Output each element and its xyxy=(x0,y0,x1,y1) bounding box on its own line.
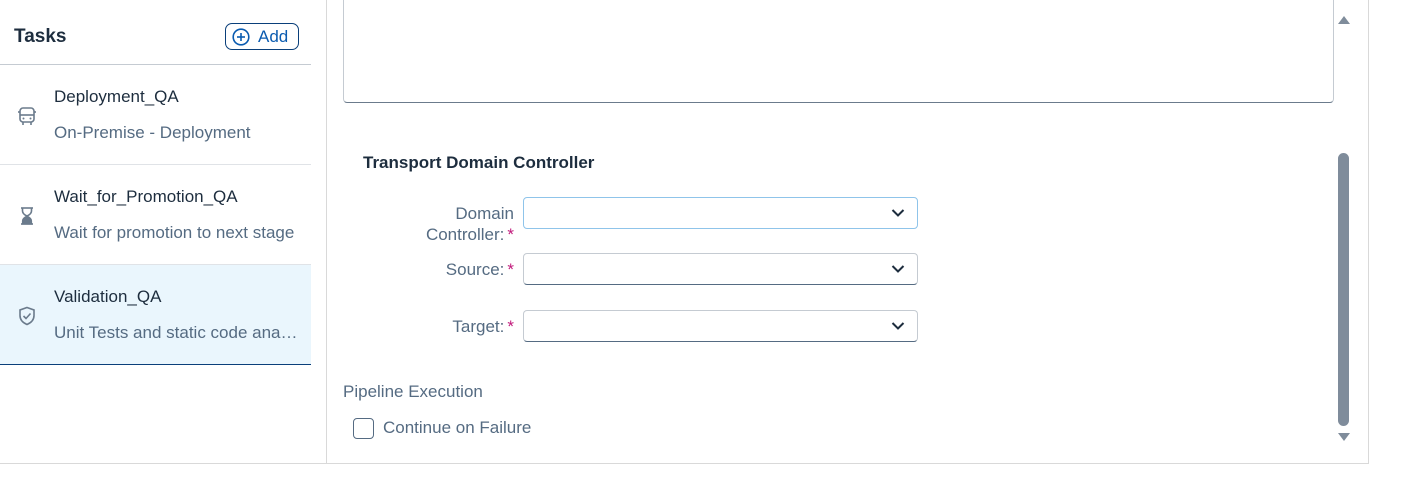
tasks-header: Tasks Add xyxy=(0,0,311,65)
task-name: Deployment_QA xyxy=(54,87,179,106)
hourglass-icon xyxy=(21,207,33,225)
target-label: Target: * xyxy=(415,316,514,337)
task-description: On-Premise - Deployment xyxy=(54,123,251,142)
required-marker: * xyxy=(507,317,514,336)
pipeline-execution-label: Pipeline Execution xyxy=(343,382,483,401)
add-task-button[interactable]: Add xyxy=(225,23,299,50)
required-marker: * xyxy=(507,225,514,244)
vertical-scrollbar-thumb[interactable] xyxy=(1338,153,1349,426)
chevron-down-icon xyxy=(891,265,905,273)
task-description: Unit Tests and static code analysis xyxy=(54,323,299,342)
task-item-deployment-qa[interactable]: Deployment_QA On-Premise - Deployment xyxy=(0,65,311,165)
label-text: Source: xyxy=(445,260,505,279)
domain-controller-select[interactable] xyxy=(523,197,918,229)
label-line: Domain xyxy=(455,204,514,223)
section-title: Transport Domain Controller xyxy=(363,153,595,172)
source-label: Source: * xyxy=(415,259,514,280)
chevron-down-icon xyxy=(891,209,905,217)
tasks-title: Tasks xyxy=(14,26,67,47)
tasks-sidebar: Tasks Add Deployment_QA On-Premise - Dep… xyxy=(0,0,327,464)
task-item-wait-for-promotion-qa[interactable]: Wait_for_Promotion_QA Wait for promotion… xyxy=(0,165,311,265)
source-select[interactable] xyxy=(523,253,918,285)
label-text: Target: xyxy=(452,317,505,336)
scroll-up-arrow-icon[interactable] xyxy=(1337,15,1351,25)
task-item-validation-qa[interactable]: Validation_QA Unit Tests and static code… xyxy=(0,265,311,365)
task-name: Wait_for_Promotion_QA xyxy=(54,187,238,206)
target-select[interactable] xyxy=(523,310,918,342)
required-marker: * xyxy=(507,260,514,279)
app-frame: Tasks Add Deployment_QA On-Premise - Dep… xyxy=(0,0,1369,464)
task-name: Validation_QA xyxy=(54,287,162,306)
continue-on-failure-checkbox[interactable] xyxy=(353,418,374,439)
add-label: Add xyxy=(258,26,289,46)
continue-on-failure-label[interactable]: Continue on Failure xyxy=(383,418,531,438)
scroll-down-arrow-icon[interactable] xyxy=(1337,432,1351,442)
description-textarea[interactable] xyxy=(343,0,1334,103)
chevron-down-icon xyxy=(891,322,905,330)
domain-controller-label: Domain Controller: * xyxy=(415,203,514,245)
label-line: Controller: xyxy=(425,225,505,244)
add-circle-icon xyxy=(232,27,250,46)
task-description: Wait for promotion to next stage xyxy=(54,223,295,242)
shield-check-icon xyxy=(19,306,35,326)
bus-icon xyxy=(18,107,36,125)
